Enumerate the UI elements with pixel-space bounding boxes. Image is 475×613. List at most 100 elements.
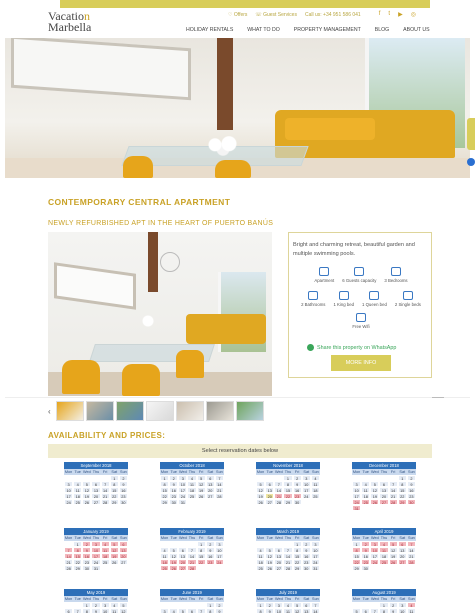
calendar-day[interactable]: 29 [160, 499, 170, 505]
thumbnail[interactable] [146, 401, 174, 421]
calendar-day[interactable]: 29 [397, 499, 407, 505]
nav-property-management[interactable]: PROPERTY MANAGEMENT [294, 27, 361, 33]
calendar-day[interactable]: 11 [406, 608, 416, 613]
calendar-day[interactable]: 28 [100, 499, 110, 505]
calendar-day[interactable]: 9 [214, 608, 224, 613]
calendar-day[interactable]: 25 [310, 493, 320, 499]
calendar-day[interactable]: 22 [196, 559, 206, 565]
calendar-day[interactable]: 8 [82, 608, 92, 613]
calendar-day[interactable]: 26 [82, 499, 92, 505]
calendar-day[interactable]: 28 [214, 493, 224, 499]
calendar-day[interactable]: 27 [178, 565, 188, 571]
calendar-day[interactable]: 25 [256, 565, 266, 571]
calendar-day[interactable]: 6 [187, 608, 197, 613]
calendar-day[interactable]: 27 [205, 493, 215, 499]
twitter-icon[interactable]: t [388, 11, 390, 18]
calendar-day[interactable]: 10 [100, 608, 110, 613]
nav-holiday-rentals[interactable]: HOLIDAY RENTALS [186, 27, 233, 33]
calendar-day[interactable]: 9 [91, 608, 101, 613]
calendar-day[interactable]: 31 [91, 565, 101, 571]
calendar-day[interactable]: 30 [292, 499, 302, 505]
calendar-day[interactable]: 10 [397, 608, 407, 613]
calendar-day[interactable]: 30 [406, 499, 416, 505]
calendar-day[interactable]: 26 [109, 559, 119, 565]
thumbnail[interactable] [56, 401, 84, 421]
calendar-day[interactable]: 30 [118, 499, 128, 505]
calendar-day[interactable]: 25 [361, 499, 371, 505]
calendar-day[interactable]: 26 [370, 499, 380, 505]
whatsapp-share-link[interactable]: Share this property on WhatsApp [307, 344, 396, 351]
calendar-day[interactable]: 30 [169, 499, 179, 505]
calendar-day[interactable]: 24 [370, 559, 380, 565]
calendar-day[interactable]: 31 [178, 499, 188, 505]
calendar-day[interactable]: 26 [256, 499, 266, 505]
calendar-day[interactable]: 29 [292, 565, 302, 571]
calendar-day[interactable]: 27 [274, 565, 284, 571]
guest-services-link[interactable]: ☏ Guest Services [255, 12, 297, 18]
calendar-day[interactable]: 28 [274, 499, 284, 505]
thumbnail[interactable] [236, 401, 264, 421]
calendar-day[interactable]: 14 [310, 608, 320, 613]
calendar-day[interactable]: 11 [109, 608, 119, 613]
calendar-day[interactable]: 28 [64, 565, 74, 571]
nav-about-us[interactable]: ABOUT US [403, 27, 429, 33]
calendar-day[interactable]: 30 [82, 565, 92, 571]
calendar-day[interactable]: 4 [169, 608, 179, 613]
calendar-day[interactable]: 25 [379, 559, 389, 565]
thumbnail[interactable] [116, 401, 144, 421]
calendar-day[interactable]: 9 [265, 608, 275, 613]
calendar-day[interactable]: 29 [109, 499, 119, 505]
calendar-day[interactable]: 27 [265, 499, 275, 505]
calendar-day[interactable]: 13 [301, 608, 311, 613]
calendar-day[interactable]: 24 [214, 559, 224, 565]
calendar-day[interactable]: 30 [301, 565, 311, 571]
calendar-day[interactable]: 27 [118, 559, 128, 565]
calendar-day[interactable]: 12 [118, 608, 128, 613]
calendar-day[interactable]: 26 [196, 493, 206, 499]
calendar-day[interactable]: 5 [352, 608, 362, 613]
calendar-day[interactable]: 26 [265, 565, 275, 571]
calendar-day[interactable]: 3 [160, 608, 170, 613]
calendar-day[interactable]: 25 [73, 499, 83, 505]
thumbnail[interactable] [86, 401, 114, 421]
youtube-icon[interactable]: ▶ [398, 11, 403, 18]
calendar-day[interactable]: 8 [205, 608, 215, 613]
thumbnail[interactable] [206, 401, 234, 421]
thumbs-prev-icon[interactable]: ‹ [48, 407, 54, 416]
calendar-day[interactable]: 7 [370, 608, 380, 613]
calendar-day[interactable]: 24 [301, 493, 311, 499]
calendar-day[interactable]: 29 [73, 565, 83, 571]
calendar-day[interactable]: 26 [388, 559, 398, 565]
calendar-day[interactable]: 23 [205, 559, 215, 565]
calendar-day[interactable]: 7 [196, 608, 206, 613]
calendar-day[interactable]: 30 [361, 565, 371, 571]
calendar-day[interactable]: 25 [160, 565, 170, 571]
facebook-icon[interactable]: f [379, 11, 381, 18]
instagram-icon[interactable]: ◎ [411, 11, 416, 18]
gallery-main-photo[interactable] [48, 232, 272, 396]
calendar-day[interactable]: 27 [397, 559, 407, 565]
calendar-day[interactable]: 27 [379, 499, 389, 505]
calendar-day[interactable]: 28 [388, 499, 398, 505]
calendar-day[interactable]: 25 [100, 559, 110, 565]
calendar-day[interactable]: 6 [361, 608, 371, 613]
offers-link[interactable]: ♡ Offers [228, 12, 247, 18]
site-logo[interactable]: Vacation Marbella [48, 10, 91, 33]
phone-link[interactable]: Call us: +34 951 586 041 [305, 12, 361, 18]
more-info-button[interactable]: MORE INFO [331, 355, 391, 371]
chat-side-tab[interactable] [467, 118, 475, 150]
calendar-day[interactable]: 29 [352, 565, 362, 571]
calendar-day[interactable]: 25 [187, 493, 197, 499]
calendar-day[interactable]: 7 [73, 608, 83, 613]
calendar-day[interactable]: 28 [283, 565, 293, 571]
calendar-day[interactable]: 29 [283, 499, 293, 505]
calendar-day[interactable]: 28 [187, 565, 197, 571]
calendar-day[interactable]: 8 [256, 608, 266, 613]
calendar-day[interactable]: 27 [91, 499, 101, 505]
calendar-day[interactable]: 31 [310, 565, 320, 571]
calendar-day[interactable]: 6 [64, 608, 74, 613]
calendar-day[interactable]: 9 [388, 608, 398, 613]
nav-blog[interactable]: BLOG [375, 27, 389, 33]
calendar-day[interactable]: 31 [352, 505, 362, 511]
calendar-day[interactable]: 24 [64, 499, 74, 505]
